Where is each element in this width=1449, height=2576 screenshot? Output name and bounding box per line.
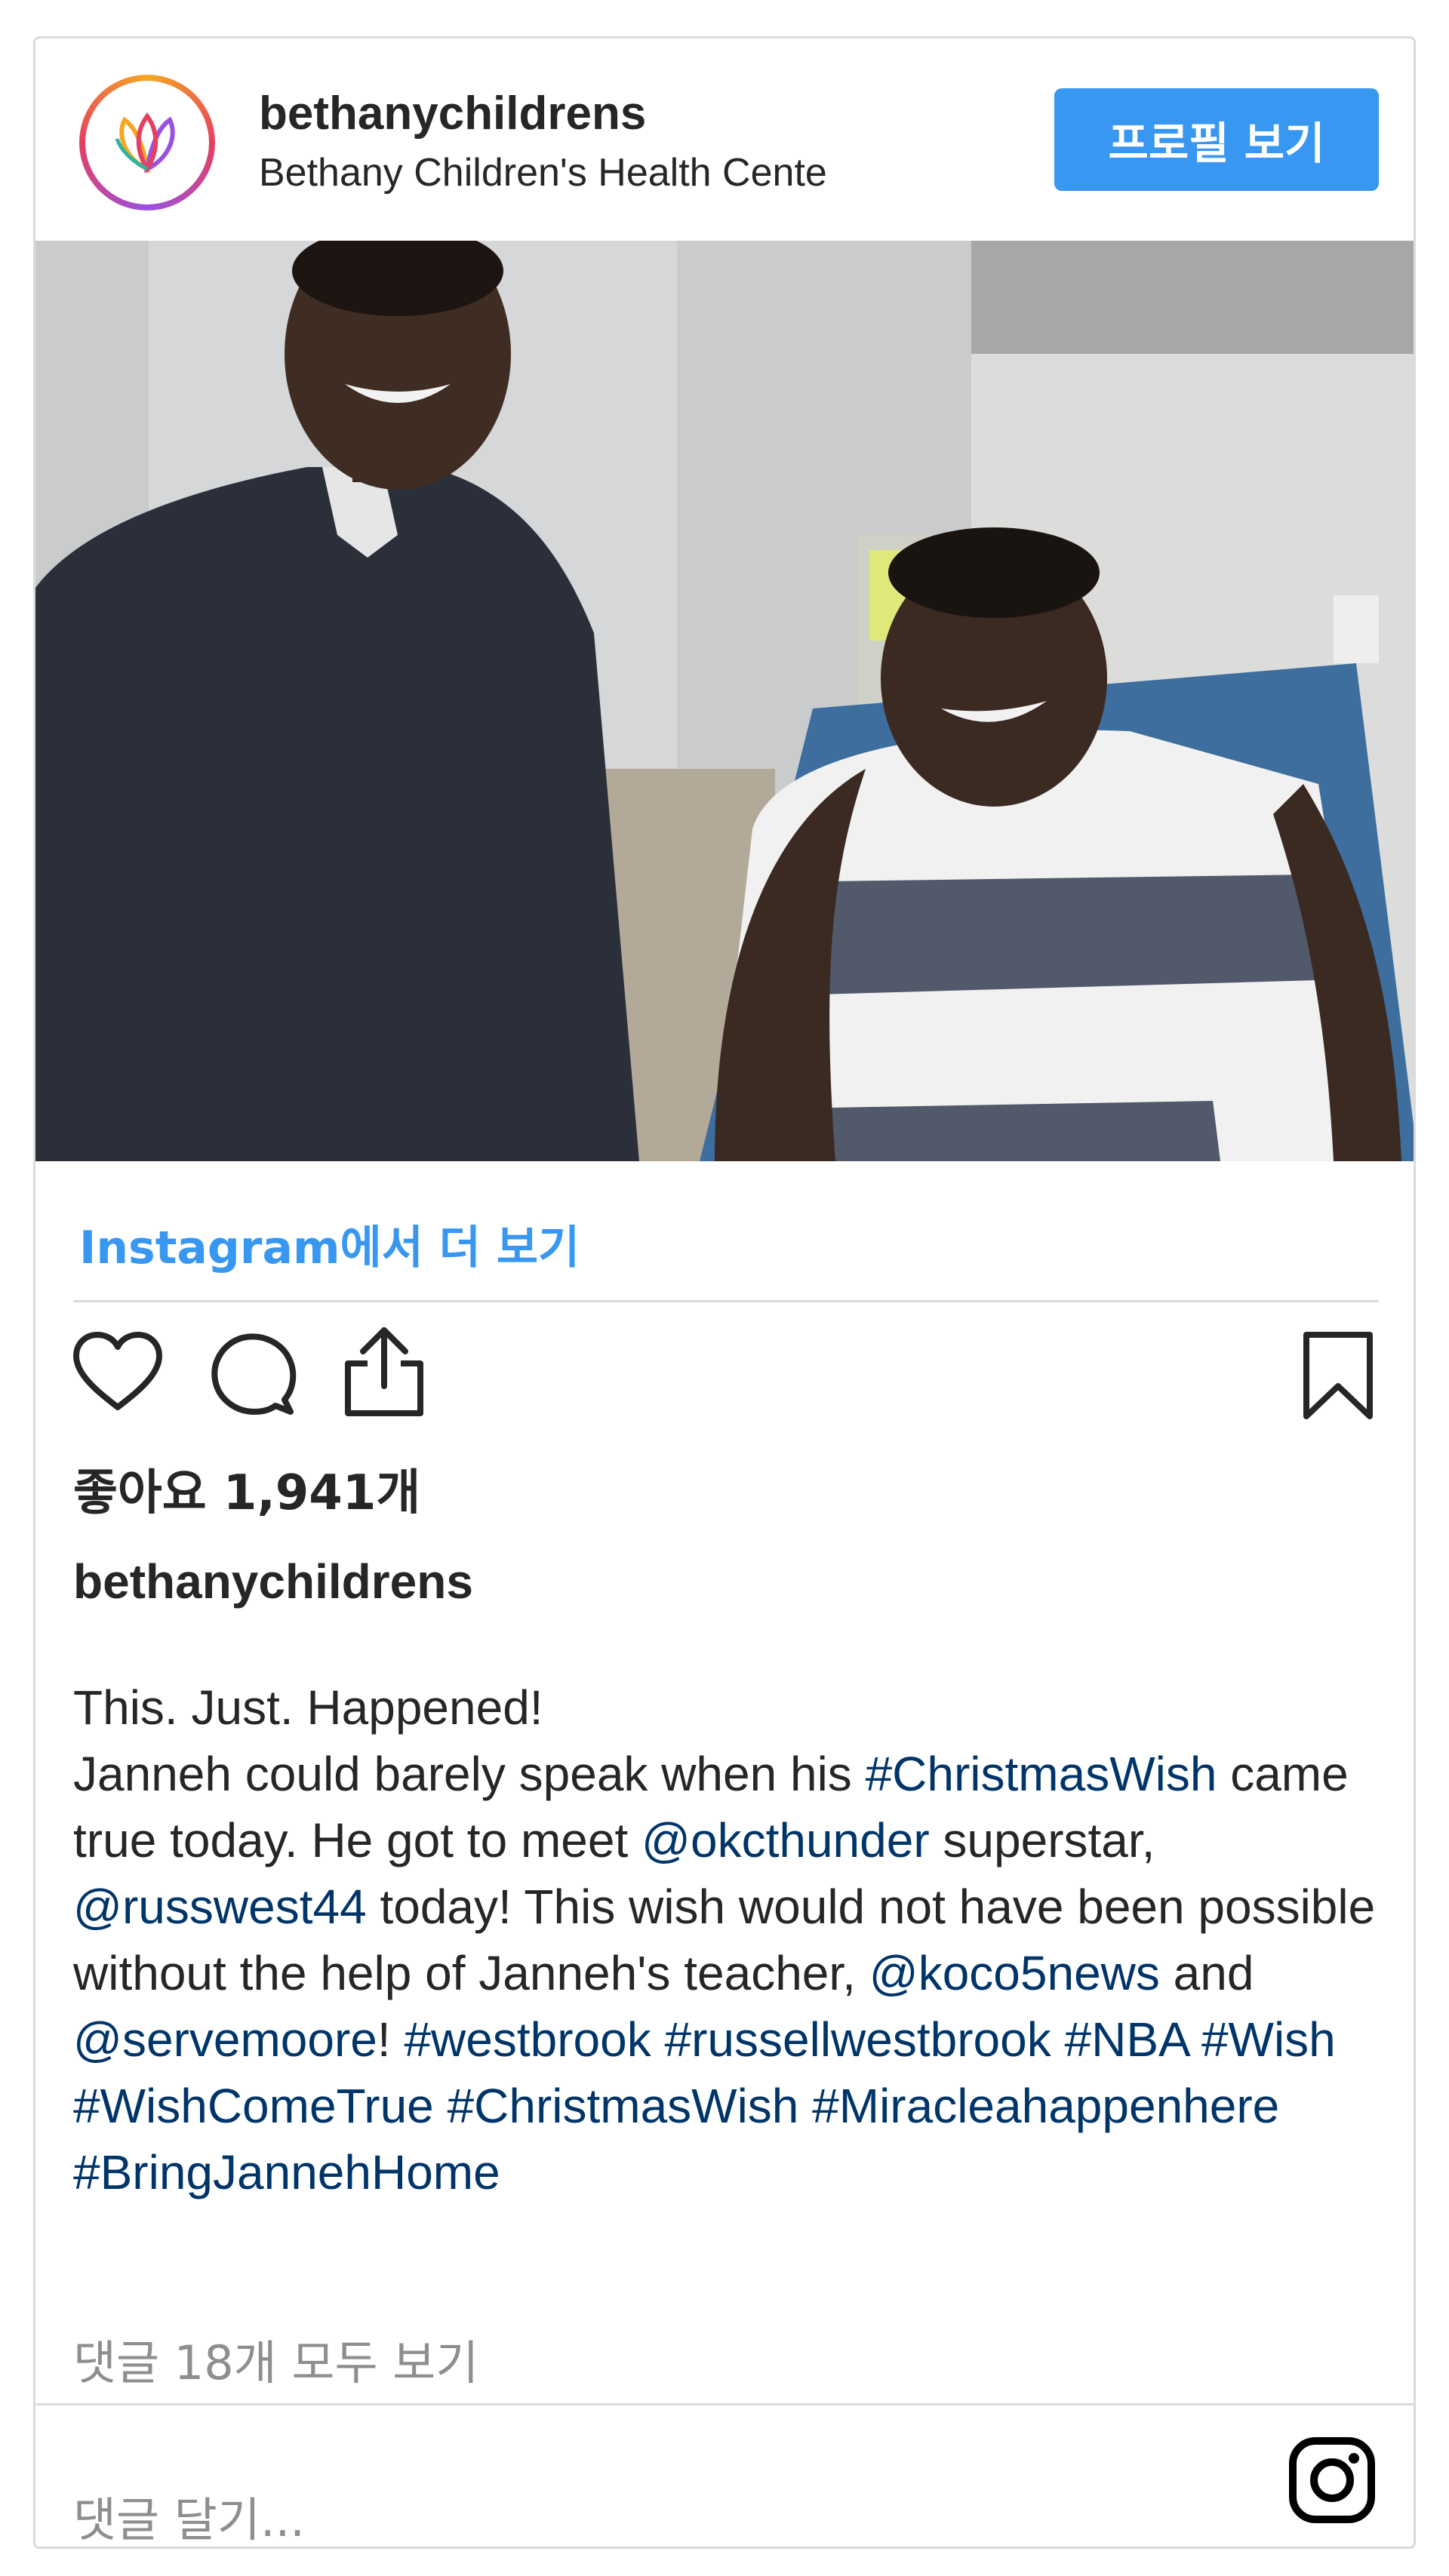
heart-icon[interactable] [70,1330,165,1413]
bookmark-icon[interactable] [1300,1330,1376,1421]
view-profile-button[interactable]: 프로필 보기 [1054,88,1379,191]
hashtag-link[interactable]: #russellwestbrook [665,2012,1051,2067]
add-comment-input[interactable]: 댓글 달기... [73,2482,305,2547]
hashtag-link[interactable]: #Miracleahappenhere [812,2079,1279,2133]
hashtag-link[interactable]: #NBA [1065,2012,1189,2067]
see-more-on-instagram-link[interactable]: Instagram에서 더 보기 [79,1211,580,1277]
view-all-comments-link[interactable]: 댓글 18개 모두 보기 [73,2325,478,2393]
comment-icon[interactable] [209,1330,297,1418]
caption-line: This. Just. Happened! [73,1680,543,1735]
mention-link[interactable]: @koco5news [869,1946,1160,2000]
hashtag-link[interactable]: #Wish [1201,2012,1336,2067]
mention-link[interactable]: @okcthunder [641,1813,930,1867]
hashtag-link[interactable]: #ChristmasWish [448,2079,799,2133]
instagram-embed-card: bethanychildrens Bethany Children's Heal… [33,36,1416,2549]
hashtag-link[interactable]: #WishComeTrue [73,2079,434,2133]
post-header: bethanychildrens Bethany Children's Heal… [35,38,1414,241]
caption-username[interactable]: bethanychildrens [73,1554,473,1609]
hashtag-link[interactable]: #BringJannehHome [73,2145,500,2199]
mention-link[interactable]: @servemoore [73,2012,377,2067]
share-icon[interactable] [340,1323,428,1419]
avatar[interactable] [79,75,215,211]
instagram-logo-icon[interactable] [1287,2435,1377,2525]
post-image [35,241,1414,1161]
mention-link[interactable]: @russwest44 [73,1880,367,1934]
post-photo[interactable] [35,241,1414,1161]
header-username[interactable]: bethanychildrens [259,87,646,140]
divider [35,2403,1414,2405]
hashtag-link[interactable]: #westbrook [404,2012,651,2067]
bethany-logo-icon [115,112,175,174]
hashtag-link[interactable]: #ChristmasWish [866,1747,1217,1801]
header-full-name: Bethany Children's Health Cente [259,151,827,195]
likes-count[interactable]: 좋아요 1,941개 [73,1454,420,1523]
caption-text: This. Just. Happened! Janneh could barel… [73,1680,1376,2199]
divider [73,1300,1379,1302]
